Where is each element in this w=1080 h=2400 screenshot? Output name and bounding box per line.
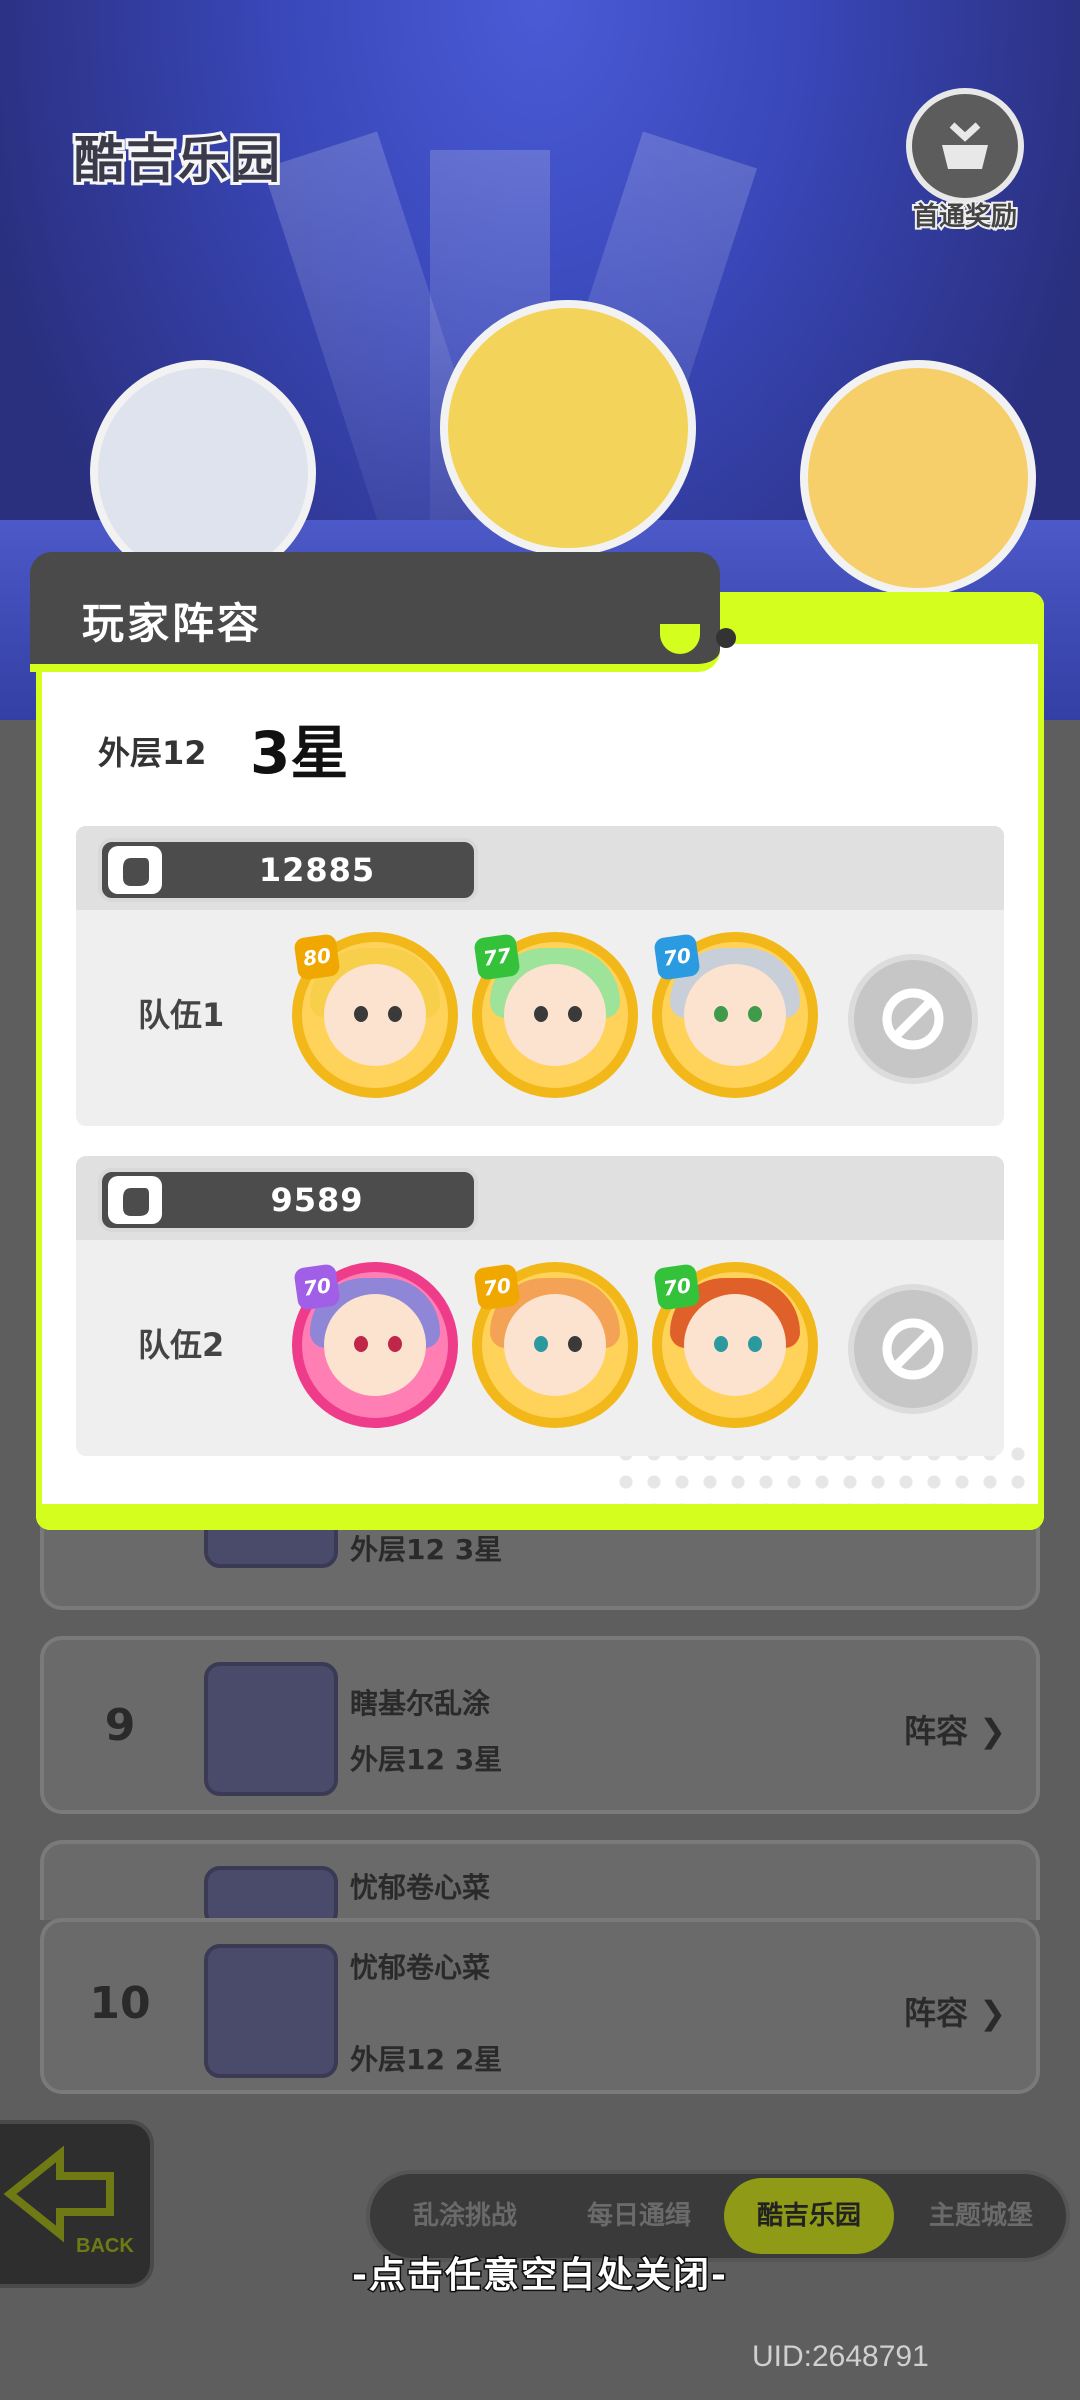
forbidden-icon <box>882 1318 944 1380</box>
character-portrait[interactable]: 77 <box>472 932 638 1098</box>
combat-power-badge: 12885 <box>98 838 478 902</box>
character-eye <box>568 1006 582 1022</box>
team-panel-1: 12885 队伍1 80 77 70 <box>76 826 1004 1126</box>
user-id: UID:2648791 <box>752 2340 929 2373</box>
empty-slot <box>848 1284 978 1414</box>
team-label: 队伍1 <box>138 996 225 1034</box>
fist-icon <box>108 846 162 894</box>
level-badge: 70 <box>293 1263 341 1311</box>
character-portrait[interactable]: 70 <box>292 1262 458 1428</box>
character-eye <box>388 1336 402 1352</box>
level-badge: 80 <box>293 933 341 981</box>
combat-power-value: 12885 <box>258 851 376 889</box>
forbidden-icon <box>882 988 944 1050</box>
character-face <box>684 1294 786 1396</box>
character-face <box>324 1294 426 1396</box>
fist-icon <box>108 1176 162 1224</box>
character-face <box>504 1294 606 1396</box>
combat-power-badge: 9589 <box>98 1168 478 1232</box>
character-eye <box>354 1336 368 1352</box>
modal-accent-strip <box>36 1504 1044 1530</box>
character-face <box>324 964 426 1066</box>
character-eye <box>568 1336 582 1352</box>
floor-label: 外层12 <box>98 734 207 772</box>
character-portrait[interactable]: 70 <box>652 932 818 1098</box>
character-eye <box>714 1006 728 1022</box>
character-eye <box>748 1006 762 1022</box>
close-hint: -点击任意空白处关闭- <box>351 2254 728 2298</box>
level-badge: 70 <box>653 1263 701 1311</box>
character-eye <box>714 1336 728 1352</box>
empty-slot <box>848 954 978 1084</box>
level-badge: 77 <box>473 933 521 981</box>
combat-power-value: 9589 <box>270 1181 364 1219</box>
character-portrait[interactable]: 80 <box>292 932 458 1098</box>
character-eye <box>534 1006 548 1022</box>
character-face <box>684 964 786 1066</box>
character-eye <box>354 1006 368 1022</box>
star-rating: 3星 <box>250 719 349 787</box>
team-label: 队伍2 <box>138 1326 225 1364</box>
level-badge: 70 <box>653 933 701 981</box>
modal-title: 玩家阵容 <box>82 599 263 648</box>
decorative-dot <box>716 628 736 648</box>
team-panel-2: 9589 队伍2 70 70 70 <box>76 1156 1004 1456</box>
character-portrait[interactable]: 70 <box>652 1262 818 1428</box>
character-eye <box>534 1336 548 1352</box>
character-face <box>504 964 606 1066</box>
character-eye <box>388 1006 402 1022</box>
character-portrait[interactable]: 70 <box>472 1262 638 1428</box>
character-eye <box>748 1336 762 1352</box>
level-badge: 70 <box>473 1263 521 1311</box>
